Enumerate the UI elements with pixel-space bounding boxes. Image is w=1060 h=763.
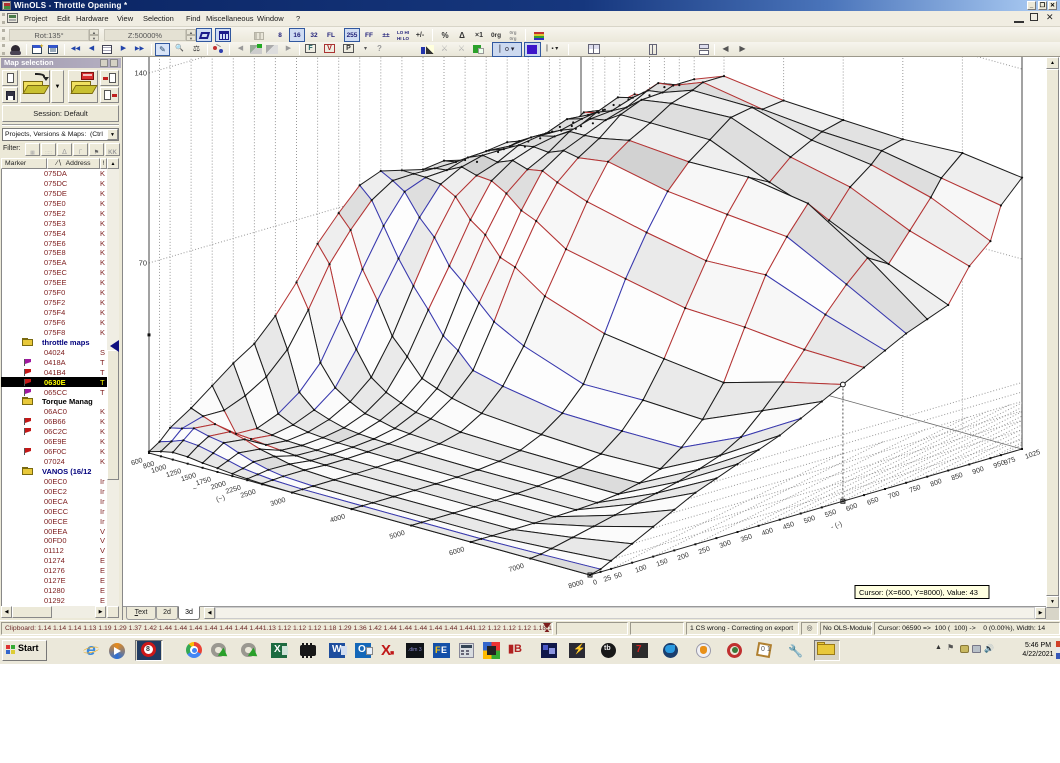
svg-text:70: 70 [139, 259, 147, 268]
svg-text:140: 140 [134, 69, 147, 78]
svg-text:Cursor: (X=600, Y=8000), Value: Cursor: (X=600, Y=8000), Value: 43 [859, 588, 978, 597]
